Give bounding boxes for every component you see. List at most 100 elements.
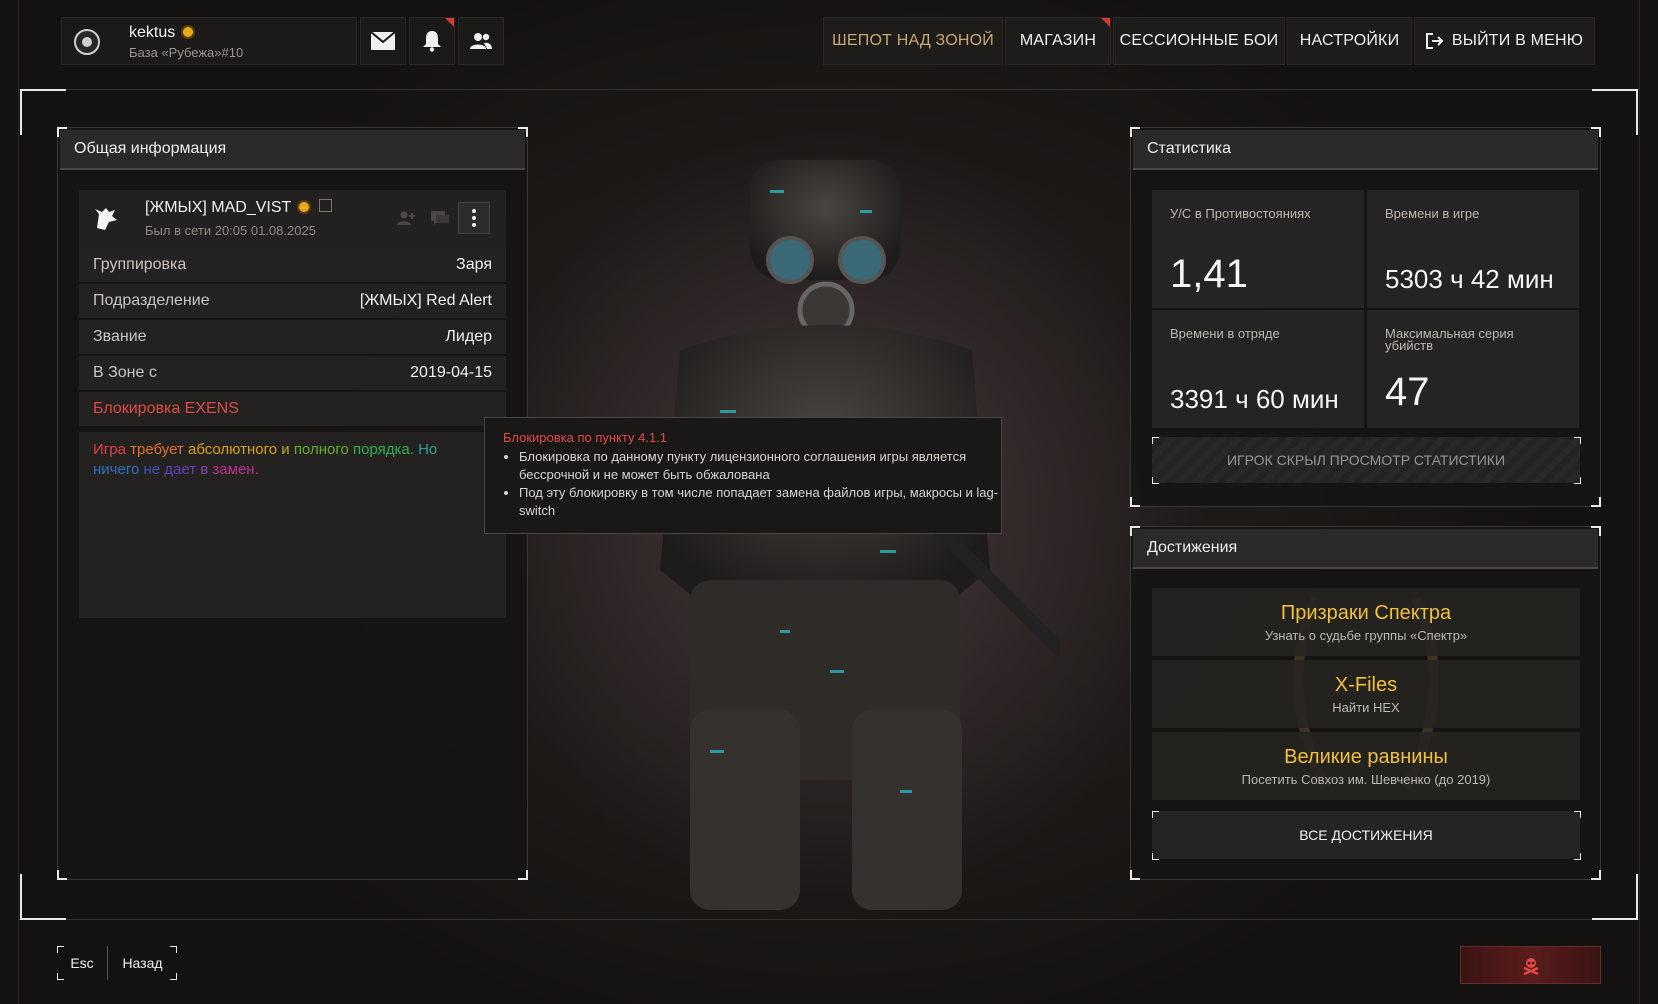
info-row-in-zone-since: В Зоне с 2019-04-15 [79,356,506,390]
nav-shop[interactable]: МАГАЗИН [1005,17,1111,65]
button-corner [170,946,177,953]
notice-corner [1152,477,1159,484]
mail-button[interactable] [360,17,406,65]
stat-max-killstreak: Максимальная серия убийств 47 [1367,310,1579,428]
nav-settings[interactable]: НАСТРОЙКИ [1287,17,1412,65]
panel-corner [1130,497,1140,507]
stats-panel-title: Статистика [1133,130,1598,170]
button-corner [57,946,64,953]
description-word: дает [164,461,201,478]
tooltip-item: Под эту блокировку в том числе попадает … [519,484,999,520]
frame-line-top [18,89,1640,90]
nav-session-battles[interactable]: СЕССИОННЫЕ БОИ [1113,17,1285,65]
more-options-button[interactable] [458,202,490,234]
player-description: Игра требует абсолютного и полного поряд… [79,432,506,618]
ban-tooltip: Блокировка по пункту 4.1.1 Блокировка по… [484,417,1002,534]
notice-corner [1574,477,1581,484]
description-word: в [200,461,213,478]
skull-crossbones-icon [1523,958,1538,975]
info-row-key: Подразделение [93,292,210,309]
description-word: и [281,441,294,458]
button-corner [170,973,177,980]
player-name: [ЖМЫХ] MAD_VIST [145,199,292,216]
info-row-key: Звание [93,328,147,345]
description-word: абсолютного [187,441,282,458]
player-profile-card: [ЖМЫХ] MAD_VIST Был в сети 20:05 01.08.2… [79,190,506,250]
description-word: не [143,461,165,478]
panel-corner [1130,526,1140,536]
esc-key: Esc [57,946,108,980]
panel-corner [1591,526,1601,536]
info-row-key: Группировка [93,256,187,273]
friends-icon [470,33,492,49]
achievement-title: X-Files [1334,674,1398,696]
frame-rail-right [1639,0,1640,1004]
button-corner [1574,811,1581,818]
nav-exit-to-menu[interactable]: ВЫЙТИ В МЕНЮ [1414,17,1595,65]
hidden-stats-notice: ИГРОК СКРЫЛ ПРОСМОТР СТАТИСТИКИ [1152,437,1580,483]
description-word: Игра [93,441,131,458]
notifications-button[interactable] [409,17,455,65]
info-row-rank: Звание Лидер [79,320,506,354]
achievement-item[interactable]: X-Files Найти HEX [1152,660,1580,728]
premium-sun-icon [181,25,196,39]
panel-corner [1591,127,1601,137]
all-achievements-button[interactable]: ВСЕ ДОСТИЖЕНИЯ [1152,811,1580,859]
username: kektus [129,24,176,41]
user-box[interactable]: kektus База «Рубежа»#10 [61,17,357,65]
chat-icon [431,211,449,225]
button-corner [57,973,64,980]
user-name-line: kektus [129,24,196,42]
achievement-desc: Найти HEX [1332,700,1400,715]
achievement-desc: Посетить Совхоз им. Шевченко (до 2019) [1241,772,1491,787]
add-friend-button[interactable] [390,202,422,234]
nav-whisper-over-zone[interactable]: ШЕПОТ НАД ЗОНОЙ [823,17,1003,65]
info-row-value: 2019-04-15 [410,364,492,381]
info-row-value: Заря [456,256,492,273]
user-base: База «Рубежа»#10 [129,45,244,60]
bell-icon [423,31,441,52]
stat-kd: У/С в Противостояниях 1,41 [1152,190,1364,308]
description-word: порядка. [352,441,419,458]
back-button[interactable]: Esc Назад [57,946,177,980]
stat-value: 1,41 [1170,252,1248,296]
stat-label: Времени в отряде [1170,326,1280,341]
description-word: требует [130,441,188,458]
tooltip-item: Блокировка по данному пункту лицензионно… [519,448,999,484]
achievement-item[interactable]: Призраки Спектра Узнать о судьбе группы … [1152,588,1580,656]
frame-corner [20,874,66,920]
achievement-title: Призраки Спектра [1280,602,1452,624]
notice-corner [1152,437,1159,444]
frame-corner [1592,874,1638,920]
button-corner [1152,853,1159,860]
ban-label: Блокировка EXENS [93,400,239,417]
clan-emblem-icon [74,29,100,55]
tooltip-list: Блокировка по данному пункту лицензионно… [503,448,999,520]
achievement-item[interactable]: Великие равнины Посетить Совхоз им. Шевч… [1152,732,1580,800]
nav-shop-label: МАГАЗИН [1019,32,1097,49]
stat-label: У/С в Противостояниях [1170,206,1311,221]
stat-time-in-game: Времени в игре 5303 ч 42 мин [1367,190,1579,308]
stat-label: Максимальная серия убийств [1385,326,1514,353]
ban-row[interactable]: Блокировка EXENS [79,392,506,426]
nav-exit-label: ВЫЙТИ В МЕНЮ [1451,32,1584,49]
description-word: замен. [212,461,259,478]
notification-indicator [445,18,454,27]
report-player-button[interactable] [1460,946,1601,984]
info-row-value: Лидер [445,328,492,345]
friends-button[interactable] [458,17,504,65]
stat-label: Времени в игре [1385,206,1480,221]
achievement-desc: Узнать о судьбе группы «Спектр» [1264,628,1468,643]
info-row-value: [ЖМЫХ] Red Alert [359,292,492,309]
achievement-title: Великие равнины [1284,746,1448,768]
copy-name-icon[interactable] [319,199,333,212]
message-button[interactable] [424,202,456,234]
panel-corner [57,127,67,137]
mail-icon [371,32,395,50]
exit-icon [1425,33,1444,49]
notice-corner [1574,437,1581,444]
panel-corner [1130,127,1140,137]
tooltip-title: Блокировка по пункту 4.1.1 [503,430,668,445]
panel-corner [1591,497,1601,507]
last-seen: Был в сети 20:05 01.08.2025 [145,223,316,238]
